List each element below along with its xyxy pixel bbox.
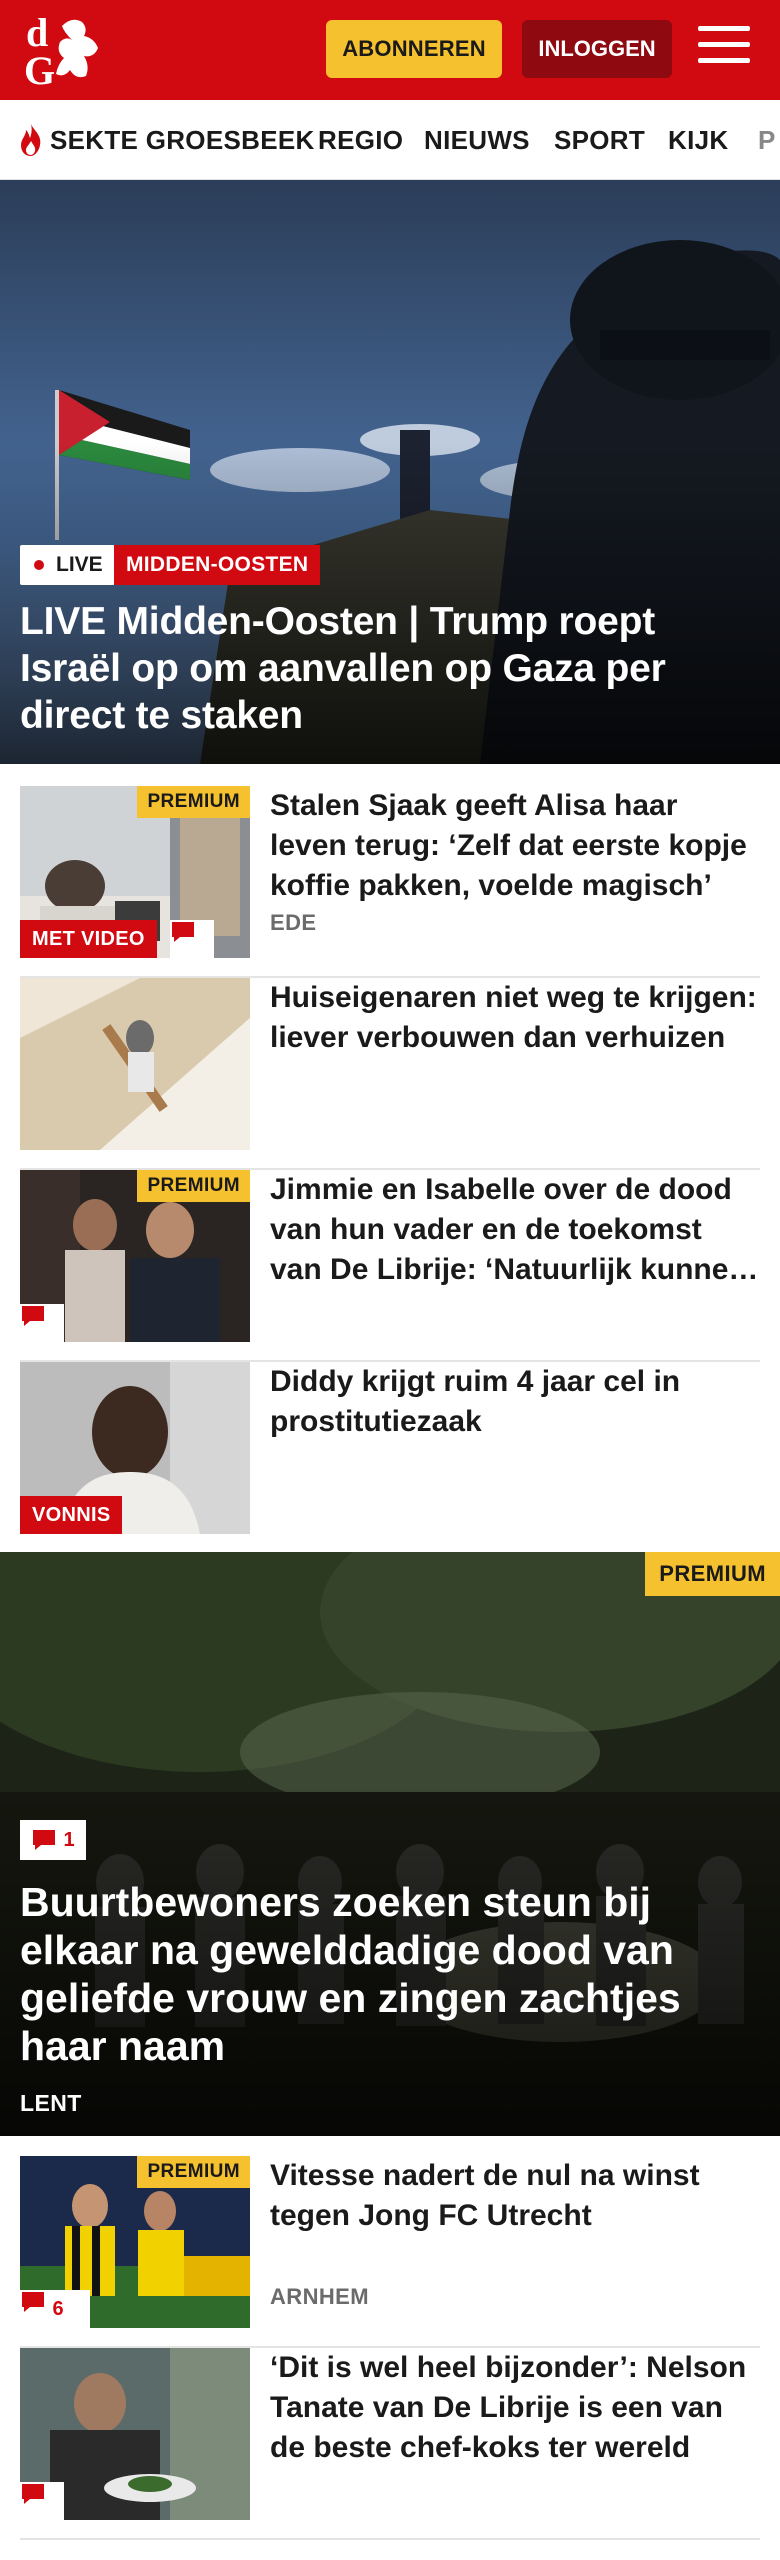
article-title[interactable]: Vitesse nadert de nul na winst tegen Jon… — [270, 2156, 760, 2236]
flame-icon — [21, 124, 41, 156]
article-title[interactable]: Stalen Sjaak geeft Alisa haar leven teru… — [270, 786, 760, 906]
comment-icon — [33, 1830, 56, 1850]
article-card[interactable]: PREMIUM Jimmie en Isabelle over de dood … — [20, 1170, 760, 1362]
article-title[interactable]: Huiseigenaren niet weg te krijgen: lieve… — [270, 978, 760, 1058]
article-card[interactable]: Huiseigenaren niet weg te krijgen: lieve… — [20, 978, 760, 1170]
nav-label: SEKTE GROESBEEK — [50, 124, 315, 155]
feature-title[interactable]: Buurtbewoners zoeken steun bij elkaar na… — [20, 1878, 760, 2070]
premium-badge: PREMIUM — [137, 1170, 250, 1202]
article-thumbnail: PREMIUM MET VIDEO — [20, 786, 250, 958]
article-thumbnail: VONNIS — [20, 1362, 250, 1534]
section-badge: MIDDEN-OOSTEN — [114, 545, 321, 585]
article-thumbnail — [20, 2348, 250, 2520]
top-bar: d G ABONNEREN INLOGGEN — [0, 0, 780, 100]
video-badge: MET VIDEO — [20, 920, 157, 958]
comment-badge[interactable] — [170, 920, 214, 958]
article-card[interactable]: PREMIUM MET VIDEO Stalen Sjaak geeft Ali… — [20, 786, 760, 978]
logo-icon: d G — [24, 10, 98, 93]
svg-text:G: G — [24, 48, 55, 88]
comment-badge[interactable] — [20, 1304, 64, 1342]
comment-icon — [172, 922, 194, 942]
comment-badge[interactable]: 1 — [20, 1820, 86, 1860]
comment-icon — [22, 1306, 44, 1326]
article-thumbnail: PREMIUM — [20, 1170, 250, 1342]
article-thumbnail — [20, 978, 250, 1150]
nav-item-sport[interactable]: SPORT — [554, 100, 645, 179]
subscribe-button[interactable]: ABONNEREN — [326, 20, 502, 78]
hero-article[interactable]: LIVE MIDDEN-OOSTEN LIVE Midden-Oosten | … — [0, 180, 780, 764]
article-thumbnail: PREMIUM 6 — [20, 2156, 250, 2328]
article-title[interactable]: Jimmie en Isabelle over de dood van hun … — [270, 1170, 760, 1290]
live-dot-icon — [34, 560, 44, 570]
nav-item-more[interactable]: P — [758, 100, 776, 179]
article-location: ARNHEM — [270, 2284, 369, 2309]
live-badge: LIVE — [20, 545, 115, 585]
nav-item-regio[interactable]: REGIO — [318, 100, 403, 179]
premium-badge: PREMIUM — [137, 786, 250, 818]
premium-badge: PREMIUM — [645, 1552, 780, 1596]
comment-count: 1 — [63, 1828, 75, 1851]
article-card[interactable]: VONNIS Diddy krijgt ruim 4 jaar cel in p… — [20, 1362, 760, 1554]
hero-title[interactable]: LIVE Midden-Oosten | Trump roept Israël … — [20, 598, 740, 739]
site-logo[interactable]: d G — [22, 10, 114, 93]
hamburger-icon[interactable] — [698, 26, 750, 70]
nav-item-kijk[interactable]: KIJK — [668, 100, 728, 179]
article-card[interactable]: PREMIUM 6 Vitesse nadert de nul na winst… — [20, 2156, 760, 2348]
comment-count: 6 — [52, 2297, 64, 2320]
vonnis-badge: VONNIS — [20, 1496, 123, 1534]
premium-badge: PREMIUM — [137, 2156, 250, 2188]
section-nav: SEKTE GROESBEEK REGIO NIEUWS SPORT KIJK … — [0, 100, 780, 180]
article-title[interactable]: Diddy krijgt ruim 4 jaar cel in prostitu… — [270, 1362, 760, 1442]
article-location: EDE — [270, 910, 317, 935]
feature-location: LENT — [20, 2090, 82, 2116]
login-button[interactable]: INLOGGEN — [522, 20, 672, 78]
comment-badge[interactable]: 6 — [20, 2290, 90, 2328]
article-card[interactable]: ‘Dit is wel heel bijzonder’: Nelson Tana… — [20, 2348, 760, 2540]
article-title[interactable]: ‘Dit is wel heel bijzonder’: Nelson Tana… — [270, 2348, 760, 2468]
feature-article[interactable]: PREMIUM 1 Buurtbewoners zoeken steun bij… — [0, 1552, 780, 2136]
comment-badge[interactable] — [20, 2482, 64, 2520]
nav-item-nieuws[interactable]: NIEUWS — [424, 100, 530, 179]
nav-item-sekte-groesbeek[interactable]: SEKTE GROESBEEK — [18, 100, 315, 179]
live-label: LIVE — [56, 553, 103, 576]
comment-icon — [22, 2484, 44, 2504]
comment-icon — [22, 2292, 44, 2312]
